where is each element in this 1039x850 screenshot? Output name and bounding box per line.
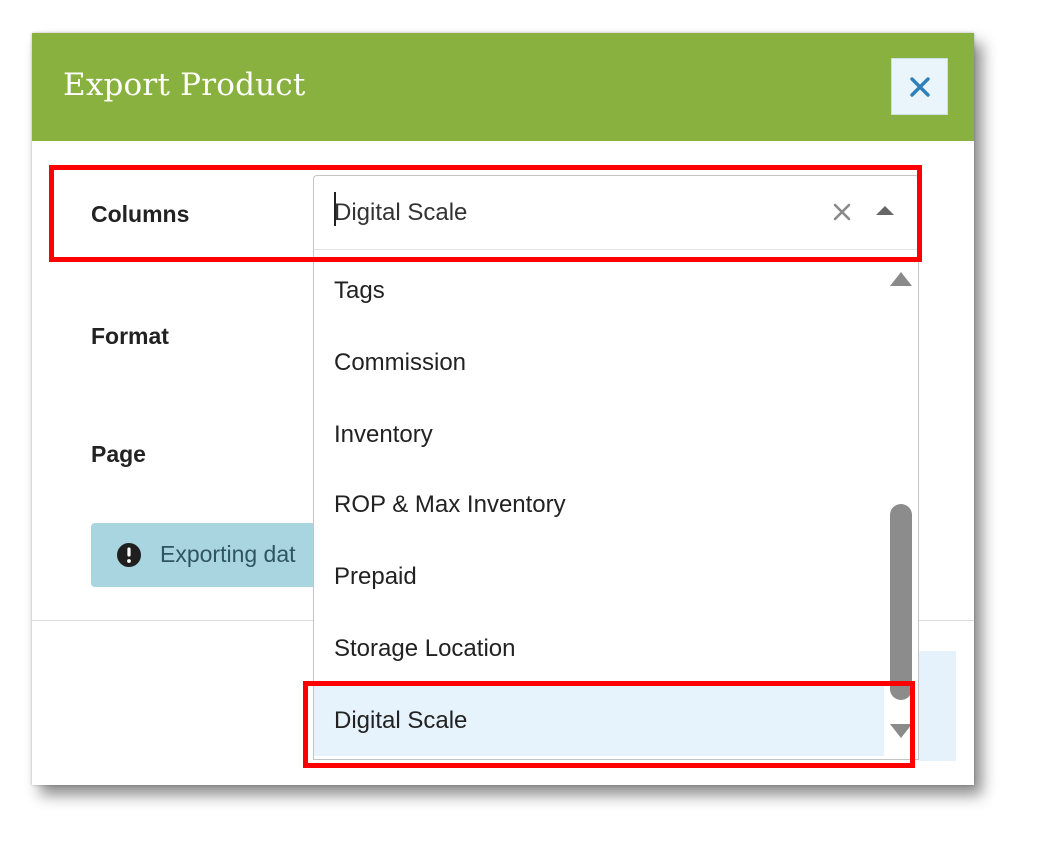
dropdown-option-tags[interactable]: Tags [314, 255, 884, 326]
text-cursor [334, 192, 336, 226]
close-button[interactable] [891, 58, 948, 115]
dropdown-option-prepaid[interactable]: Prepaid [314, 541, 884, 612]
export-info-alert: Exporting dat [91, 523, 331, 587]
columns-label: Columns [91, 201, 190, 227]
format-label: Format [91, 323, 169, 349]
dialog-header: Export Product [32, 33, 974, 141]
columns-select[interactable]: Digital Scale [313, 175, 919, 249]
columns-dropdown-list: Tags Commission Inventory ROP & Max Inve… [313, 249, 919, 760]
close-x-icon [909, 76, 930, 97]
dropdown-scrollbar[interactable] [884, 250, 918, 759]
scroll-down-arrow-icon[interactable] [890, 724, 912, 738]
exclamation-circle-icon [117, 543, 141, 567]
dialog-title: Export Product [63, 67, 306, 103]
page-label: Page [91, 441, 146, 467]
clear-x-icon [833, 203, 851, 221]
dropdown-option-digital-scale[interactable]: Digital Scale [314, 685, 884, 756]
columns-select-value: Digital Scale [334, 199, 468, 226]
clear-selection-button[interactable] [830, 200, 854, 224]
alert-text: Exporting dat [160, 541, 296, 567]
dropdown-option-rop-max-inventory[interactable]: ROP & Max Inventory [314, 469, 884, 540]
scroll-up-arrow-icon[interactable] [890, 272, 912, 286]
scrollbar-thumb[interactable] [890, 504, 912, 700]
dropdown-option-commission[interactable]: Commission [314, 327, 884, 398]
dropdown-option-inventory[interactable]: Inventory [314, 399, 884, 470]
dropdown-option-storage-location[interactable]: Storage Location [314, 613, 884, 684]
caret-up-icon[interactable] [876, 206, 894, 215]
screenshot-stage: Export Product Columns Format Page Expor… [0, 0, 1039, 850]
